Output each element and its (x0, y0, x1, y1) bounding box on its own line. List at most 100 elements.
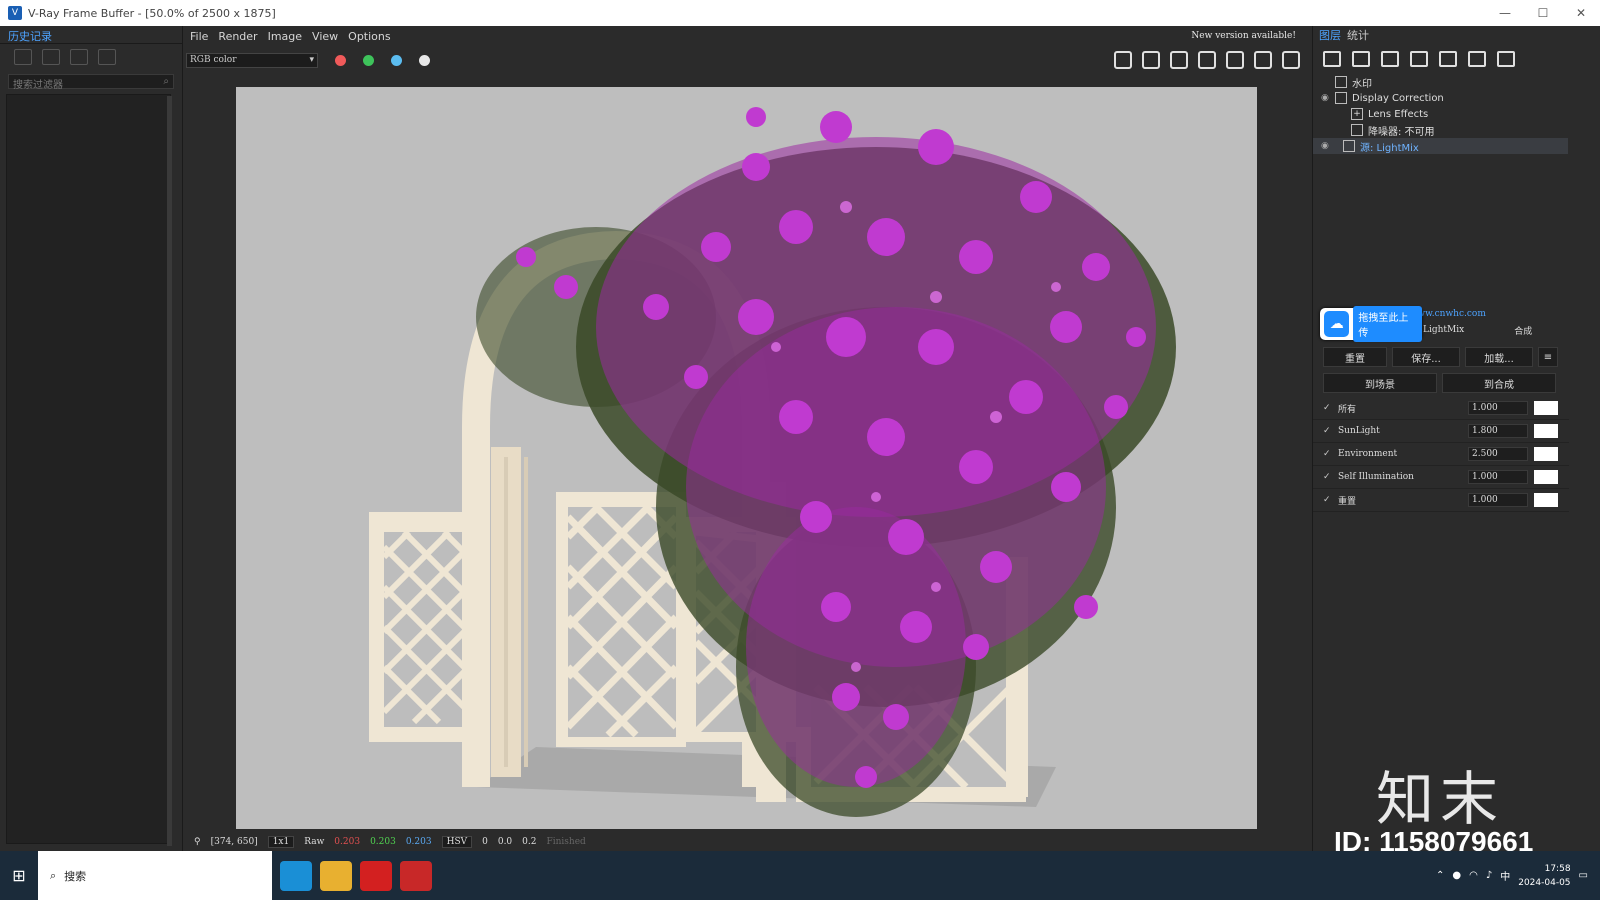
layer-icon: + (1351, 108, 1363, 120)
add-layer-icon[interactable] (1323, 51, 1341, 67)
clock[interactable]: 17:58 2024-04-05 (1518, 862, 1570, 890)
light-color-swatch[interactable] (1534, 447, 1558, 461)
colorspace-select[interactable]: HSV (441, 835, 473, 848)
redo-icon[interactable] (1497, 51, 1515, 67)
check-icon[interactable]: ✓ (1323, 426, 1332, 436)
compare-icon[interactable] (42, 49, 60, 65)
red-channel-toggle[interactable] (335, 54, 346, 66)
layer-denoiser[interactable]: 降噪器: 不可用 (1313, 122, 1568, 138)
render-status: Finished (546, 836, 586, 847)
layer-toolbar (1313, 44, 1568, 74)
zoom-select[interactable]: 1x1 (267, 835, 295, 848)
render-icon[interactable] (1282, 51, 1300, 69)
new-version-link[interactable]: New version available! (1191, 31, 1296, 41)
tab-stats[interactable]: 统计 (1347, 27, 1369, 43)
reset-button[interactable]: 重置 (1323, 347, 1387, 367)
pin-icon[interactable]: ⚲ (194, 837, 201, 847)
light-color-swatch[interactable] (1534, 493, 1558, 507)
volume-icon[interactable]: ♪ (1486, 870, 1492, 881)
light-color-swatch[interactable] (1534, 401, 1558, 415)
menu-view[interactable]: View (312, 30, 338, 43)
tab-layers[interactable]: 图层 (1319, 27, 1341, 43)
check-icon[interactable]: ✓ (1323, 403, 1332, 413)
render-interactive-icon[interactable] (1226, 51, 1244, 69)
clear-image-icon[interactable] (1142, 51, 1160, 69)
check-icon[interactable]: ✓ (1323, 495, 1332, 505)
autocad-icon[interactable] (360, 860, 392, 891)
eye-icon[interactable]: ◉ (1321, 93, 1335, 103)
render-viewport[interactable] (236, 87, 1257, 829)
status-bar: ⚲ [374, 650] 1x1 Raw 0.203 0.203 0.203 H… (184, 832, 1310, 851)
layer-lens-effects[interactable]: + Lens Effects (1313, 106, 1568, 122)
explorer-icon[interactable] (320, 860, 352, 891)
load-button[interactable]: 加载... (1465, 347, 1533, 367)
frame-icon[interactable] (1198, 51, 1216, 69)
region-render-icon[interactable] (1170, 51, 1188, 69)
eye-icon[interactable]: ◉ (1321, 141, 1335, 151)
light-color-swatch[interactable] (1534, 470, 1558, 484)
layer-lightmix[interactable]: ◉ 源: LightMix (1313, 138, 1568, 154)
wifi-icon[interactable]: ◠ (1469, 870, 1478, 881)
green-channel-toggle[interactable] (363, 54, 374, 66)
light-intensity-input[interactable]: 1.800 (1468, 424, 1528, 438)
edge-icon[interactable] (280, 860, 312, 891)
light-row: ✓ 所有 1.000 (1313, 397, 1569, 420)
frame-buffer-main: File Render Image View Options New versi… (184, 26, 1310, 851)
menu-file[interactable]: File (190, 30, 208, 43)
notification-icon[interactable]: ▭ (1579, 870, 1588, 881)
channel-value: RGB color (190, 54, 237, 65)
blue-channel-toggle[interactable] (391, 54, 402, 66)
to-scene-button[interactable]: 到场景 (1323, 373, 1437, 393)
menu-options[interactable]: Options (348, 30, 390, 43)
light-intensity-input[interactable]: 2.500 (1468, 447, 1528, 461)
save-button[interactable]: 保存... (1392, 347, 1460, 367)
channel-select[interactable]: RGB color ▾ (186, 52, 318, 68)
alpha-channel-toggle[interactable] (419, 54, 430, 66)
menu-render[interactable]: Render (218, 30, 257, 43)
light-color-swatch[interactable] (1534, 424, 1558, 438)
light-intensity-input[interactable]: 1.000 (1468, 401, 1528, 415)
mode-composite[interactable]: 合成 (1514, 324, 1532, 337)
delete-history-icon[interactable] (98, 49, 116, 65)
close-icon[interactable]: ✕ (1562, 0, 1600, 26)
h-value: 0 (482, 836, 488, 847)
history-tab[interactable]: 历史记录 (0, 26, 182, 44)
check-icon[interactable]: ✓ (1323, 472, 1332, 482)
history-scrollbar[interactable] (167, 96, 172, 846)
minimize-icon[interactable]: — (1486, 0, 1524, 26)
save-history-icon[interactable] (14, 49, 32, 65)
list-menu-icon[interactable]: ≡ (1538, 347, 1558, 367)
history-search-input[interactable]: 搜索过滤器 ⌕ (8, 74, 174, 91)
to-composite-button[interactable]: 到合成 (1442, 373, 1556, 393)
stop-render-icon[interactable] (1254, 51, 1272, 69)
upload-widget[interactable]: ☁ 拖拽至此上传 (1320, 306, 1422, 342)
load-history-icon[interactable] (70, 49, 88, 65)
save-layers-icon[interactable] (1381, 51, 1399, 67)
wechat-icon[interactable]: ● (1452, 870, 1461, 881)
raw-label: Raw (304, 836, 325, 847)
sketchup-icon[interactable] (400, 860, 432, 891)
mode-lightmix[interactable]: LightMix (1423, 325, 1464, 335)
undo-icon[interactable] (1468, 51, 1486, 67)
save-image-icon[interactable] (1114, 51, 1132, 69)
channel-toolbar: RGB color ▾ (184, 46, 1310, 74)
layer-list-icon[interactable] (1439, 51, 1457, 67)
maximize-icon[interactable]: ☐ (1524, 0, 1562, 26)
check-icon[interactable]: ✓ (1323, 449, 1332, 459)
load-layers-icon[interactable] (1410, 51, 1428, 67)
render-image (236, 87, 1257, 829)
pixel-coords: [374, 650] (210, 836, 258, 847)
tray-expand-icon[interactable]: ⌃ (1436, 870, 1444, 881)
delete-layer-icon[interactable] (1352, 51, 1370, 67)
history-list[interactable] (6, 94, 171, 844)
windows-start-icon[interactable]: ⊞ (0, 851, 38, 900)
light-intensity-input[interactable]: 1.000 (1468, 493, 1528, 507)
search-icon[interactable]: ⌕ (163, 76, 169, 87)
v-value: 0.2 (522, 836, 537, 847)
ime-indicator[interactable]: 中 (1500, 868, 1510, 883)
light-intensity-input[interactable]: 1.000 (1468, 470, 1528, 484)
layer-watermark[interactable]: 水印 (1313, 74, 1568, 90)
layer-display-correction[interactable]: ◉ Display Correction (1313, 90, 1568, 106)
menu-image[interactable]: Image (268, 30, 302, 43)
taskbar-search[interactable]: ⌕ 搜索 (38, 851, 272, 900)
